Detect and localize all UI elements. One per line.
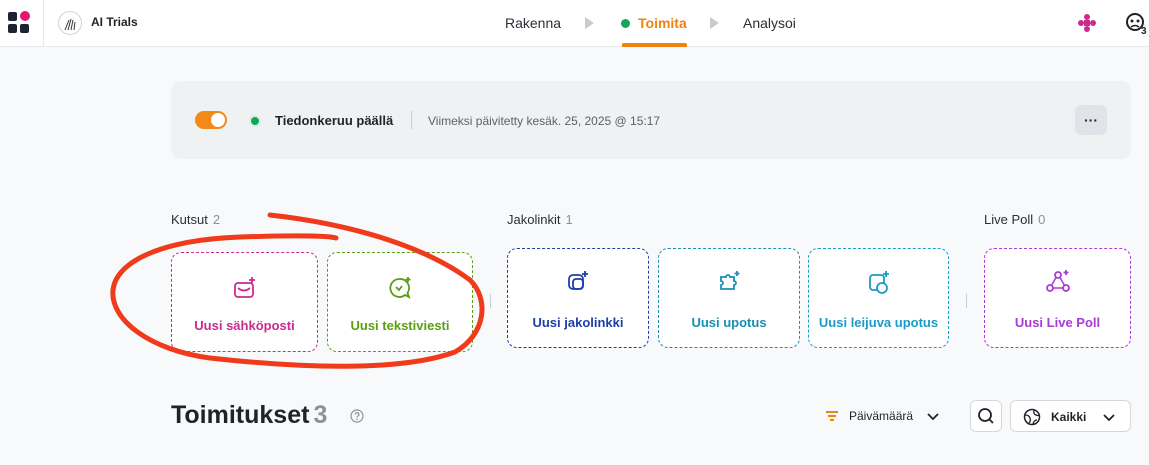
nav-step-analysoi[interactable]: Analysoi: [743, 15, 796, 31]
group-title-label: Kutsut: [171, 212, 208, 227]
more-options-button[interactable]: ···: [1075, 105, 1107, 135]
annotation-circle-stroke: [110, 212, 485, 369]
group-title-label: Jakolinkit: [507, 212, 561, 227]
filter-label: Kaikki: [1051, 410, 1087, 424]
toggle-knob: [211, 113, 225, 127]
card-label: Uusi upotus: [691, 315, 767, 330]
card-label: Uusi jakolinkki: [532, 315, 624, 330]
group-title-jakolinkit: Jakolinkit 1: [507, 212, 573, 227]
top-bar: AI Trials Rakenna Toimita Analysoi 3: [0, 0, 1149, 47]
nav-active-underline: [622, 43, 687, 47]
brand-divider: [43, 0, 44, 47]
project-name[interactable]: AI Trials: [91, 15, 138, 29]
live-poll-add-icon: [1045, 270, 1070, 292]
card-label: Uusi leijuva upotus: [818, 315, 939, 330]
group-count: 1: [565, 212, 573, 227]
new-floating-embed-card[interactable]: Uusi leijuva upotus: [808, 248, 949, 348]
deliveries-title-label: Toimitukset: [171, 401, 310, 429]
new-embed-card[interactable]: Uusi upotus: [658, 248, 800, 348]
group-count: 0: [1038, 212, 1046, 227]
new-sms-card[interactable]: Uusi tekstiviesti: [327, 252, 473, 352]
group-title-live-poll: Live Poll 0: [984, 212, 1045, 227]
group-divider: [966, 294, 967, 308]
group-title-kutsut: Kutsut 2: [171, 212, 220, 227]
search-button[interactable]: [970, 400, 1002, 432]
deliveries-title: Toimitukset 3: [171, 401, 327, 430]
sms-add-icon: [389, 277, 411, 299]
card-label: Uusi tekstiviesti: [350, 318, 450, 333]
group-count: 2: [212, 212, 221, 227]
group-title-label: Live Poll: [984, 212, 1034, 227]
brand-logo-icon[interactable]: [6, 10, 32, 36]
status-divider: [411, 111, 412, 129]
collection-toggle[interactable]: [195, 111, 227, 129]
help-icon[interactable]: [350, 409, 364, 423]
email-add-icon: [233, 277, 255, 298]
sort-label: Päivämäärä: [849, 409, 914, 423]
integrations-icon[interactable]: [1077, 13, 1097, 33]
link-add-icon: [568, 271, 588, 290]
nav-step-toimita[interactable]: Toimita: [638, 15, 687, 31]
collection-status-card: Tiedonkeruu päällä Viimeksi päivitetty k…: [171, 81, 1131, 159]
nav-arrow-icon: [585, 17, 594, 29]
chevron-down-icon: [1103, 414, 1115, 422]
search-icon: [978, 408, 994, 424]
card-label: Uusi Live Poll: [1014, 315, 1101, 330]
filter-select[interactable]: Kaikki: [1010, 400, 1131, 432]
floating-embed-add-icon: [868, 271, 889, 294]
nav-active-dot: [621, 19, 630, 28]
globe-icon: [1023, 408, 1041, 426]
new-share-link-card[interactable]: Uusi jakolinkki: [507, 248, 649, 348]
group-divider: [490, 294, 491, 308]
nav-arrow-icon: [710, 17, 719, 29]
collection-status-text: Tiedonkeruu päällä: [275, 113, 394, 128]
new-live-poll-card[interactable]: Uusi Live Poll: [984, 248, 1131, 348]
chevron-down-icon: [927, 413, 939, 421]
deliveries-count: 3: [313, 401, 328, 429]
embed-add-icon: [720, 271, 740, 290]
sort-icon: [826, 411, 838, 421]
nav-step-rakenna[interactable]: Rakenna: [505, 15, 561, 31]
card-label: Uusi sähköposti: [194, 318, 295, 333]
status-active-dot: [249, 115, 261, 127]
last-updated-text: Viimeksi päivitetty kesäk. 25, 2025 @ 15…: [428, 114, 661, 128]
new-email-card[interactable]: Uusi sähköposti: [171, 252, 318, 352]
project-avatar[interactable]: [58, 11, 82, 35]
project-logo-icon: [64, 18, 76, 31]
user-count-badge: 3: [1141, 26, 1147, 37]
